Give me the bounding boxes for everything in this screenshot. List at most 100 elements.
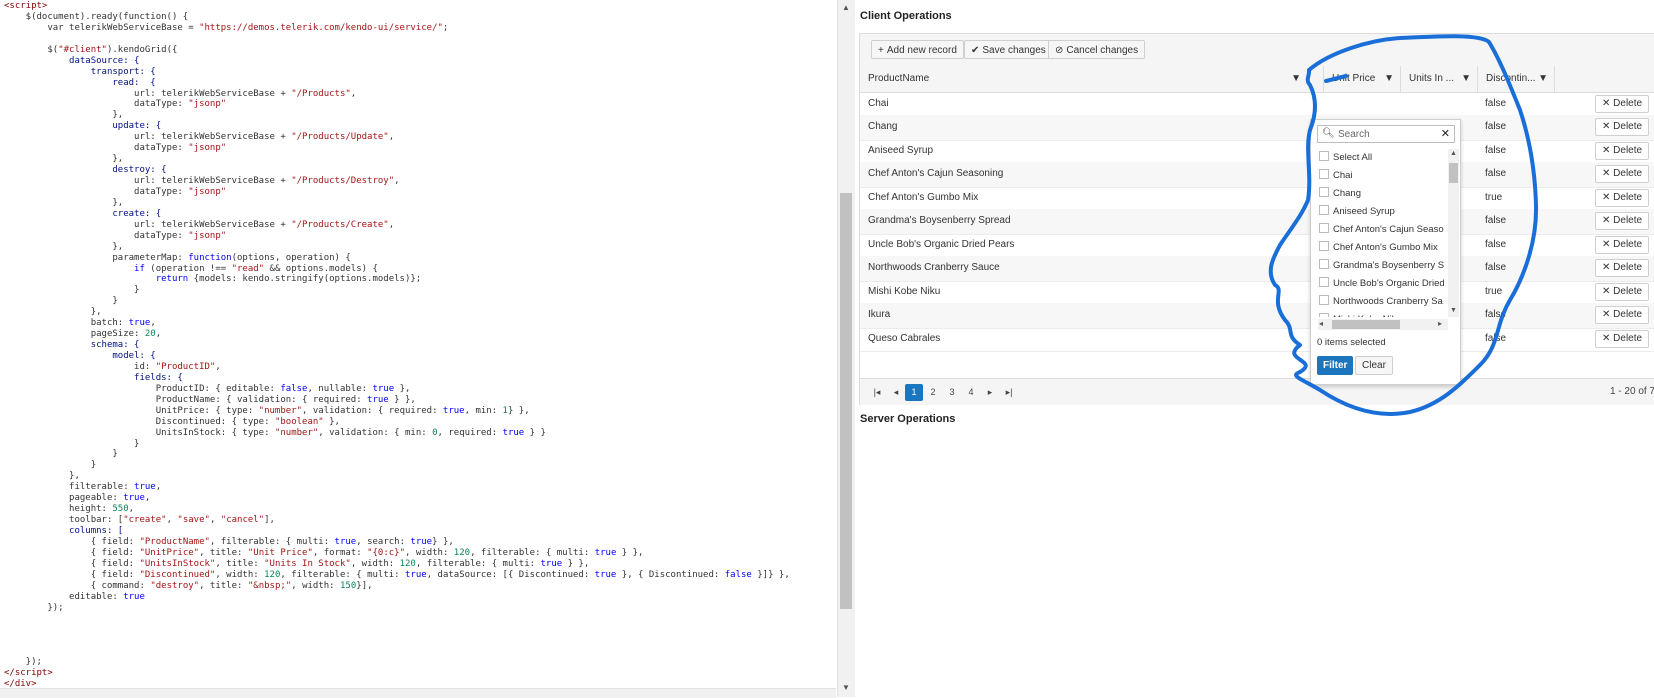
delete-button[interactable]: ✕ Delete	[1595, 259, 1650, 278]
column-header-unit-price[interactable]: Unit Price ▼	[1323, 66, 1400, 92]
product-name-cell[interactable]: Ikura	[860, 303, 1300, 327]
scroll-up-icon[interactable]: ▲	[1450, 150, 1457, 157]
checkbox[interactable]	[1319, 187, 1329, 197]
page-button[interactable]: 3	[943, 384, 961, 401]
checkbox[interactable]	[1319, 205, 1329, 215]
discontinued-cell[interactable]: false	[1477, 233, 1554, 257]
table-row[interactable]: Queso Cabrales false ✕ Delete	[860, 327, 1654, 352]
save-changes-button[interactable]: ✔ Save changes	[964, 40, 1053, 59]
filter-option[interactable]: Chai	[1318, 167, 1448, 185]
delete-button[interactable]: ✕ Delete	[1595, 282, 1650, 301]
product-name-cell[interactable]: Chef Anton's Gumbo Mix	[860, 186, 1300, 210]
discontinued-cell[interactable]: false	[1477, 115, 1554, 139]
filter-list-horizontal-scrollbar[interactable]: ◂ ▸	[1318, 319, 1448, 330]
product-name-cell[interactable]: Chai	[860, 92, 1300, 116]
next-page-icon[interactable]: ▸	[981, 384, 999, 401]
scroll-down-icon[interactable]: ▼	[842, 683, 850, 692]
filter-option[interactable]: Mishi Kobe Niku	[1318, 311, 1448, 317]
table-row[interactable]: Uncle Bob's Organic Dried Pears false ✕ De…	[860, 233, 1654, 259]
checkbox[interactable]	[1319, 151, 1329, 161]
filter-option[interactable]: Uncle Bob's Organic Dried	[1318, 275, 1448, 293]
add-new-record-button[interactable]: + Add new record	[871, 40, 964, 59]
delete-button[interactable]: ✕ Delete	[1595, 306, 1650, 325]
last-page-icon[interactable]: ▸|	[1000, 384, 1018, 401]
filter-option[interactable]: Grandma's Boysenberry S	[1318, 257, 1448, 275]
discontinued-cell[interactable]: false	[1477, 303, 1554, 327]
table-row[interactable]: Chef Anton's Gumbo Mix true ✕ Delete	[860, 186, 1654, 212]
product-name-cell[interactable]: Uncle Bob's Organic Dried Pears	[860, 233, 1300, 257]
product-name-cell[interactable]: Chef Anton's Cajun Seasoning	[860, 162, 1300, 186]
product-name-cell[interactable]: Chang	[860, 115, 1300, 139]
cancel-changes-button[interactable]: ⊘ Cancel changes	[1048, 40, 1146, 59]
discontinued-cell[interactable]: true	[1477, 280, 1554, 304]
previous-page-icon[interactable]: ◂	[887, 384, 905, 401]
table-row[interactable]: Mishi Kobe Niku true ✕ Delete	[860, 280, 1654, 306]
discontinued-cell[interactable]: false	[1477, 209, 1554, 233]
filter-list-vertical-scrollbar[interactable]: ▲ ▼	[1448, 149, 1459, 317]
delete-button[interactable]: ✕ Delete	[1595, 329, 1650, 348]
column-header-units-in-stock[interactable]: Units In ... ▼	[1400, 66, 1477, 92]
checkbox[interactable]	[1319, 259, 1329, 269]
filter-option[interactable]: Aniseed Syrup	[1318, 203, 1448, 221]
scroll-down-icon[interactable]: ▼	[1450, 307, 1457, 314]
filter-button[interactable]: Filter	[1317, 356, 1354, 375]
filter-icon[interactable]: ▼	[1538, 66, 1548, 92]
code-vertical-scrollbar[interactable]: ▲ ▼	[837, 0, 856, 697]
delete-button[interactable]: ✕ Delete	[1595, 118, 1650, 137]
scroll-left-icon[interactable]: ◂	[1319, 319, 1323, 328]
checkbox[interactable]	[1319, 223, 1329, 233]
checkbox[interactable]	[1319, 313, 1329, 317]
code-editor[interactable]: <script> $(document).ready(function() { …	[0, 0, 836, 697]
checkbox[interactable]	[1319, 241, 1329, 251]
filter-icon[interactable]: ▼	[1384, 66, 1394, 92]
scroll-thumb[interactable]	[1332, 320, 1400, 329]
discontinued-cell[interactable]: false	[1477, 162, 1554, 186]
filter-option[interactable]: Chang	[1318, 185, 1448, 203]
page-button[interactable]: 4	[962, 384, 980, 401]
delete-button[interactable]: ✕ Delete	[1595, 212, 1650, 231]
scroll-thumb[interactable]	[1449, 163, 1458, 183]
table-row[interactable]: Grandma's Boysenberry Spread false ✕ Delet…	[860, 209, 1654, 235]
discontinued-cell[interactable]: false	[1477, 92, 1554, 116]
delete-button[interactable]: ✕ Delete	[1595, 95, 1650, 113]
table-row[interactable]: Chang false ✕ Delete	[860, 115, 1654, 141]
table-row[interactable]: Northwoods Cranberry Sauce false ✕ Delete	[860, 256, 1654, 282]
delete-button[interactable]: ✕ Delete	[1595, 235, 1650, 254]
product-name-cell[interactable]: Grandma's Boysenberry Spread	[860, 209, 1300, 233]
filter-search-input[interactable]: 🔍︎ Search ✕	[1317, 125, 1455, 143]
filter-option[interactable]: Northwoods Cranberry Sa	[1318, 293, 1448, 311]
product-name-cell[interactable]: Northwoods Cranberry Sauce	[860, 256, 1300, 280]
column-header-productname[interactable]: ProductName ▼	[860, 66, 1313, 92]
filter-icon[interactable]: ▼	[1461, 66, 1471, 92]
delete-button[interactable]: ✕ Delete	[1595, 165, 1650, 184]
table-row[interactable]: Chef Anton's Cajun Seasoning false ✕ Delet…	[860, 162, 1654, 188]
discontinued-cell[interactable]: false	[1477, 327, 1554, 351]
first-page-icon[interactable]: |◂	[868, 384, 886, 401]
scroll-up-icon[interactable]: ▲	[842, 3, 850, 12]
discontinued-cell[interactable]: false	[1477, 139, 1554, 163]
product-name-cell[interactable]: Mishi Kobe Niku	[860, 280, 1300, 304]
checkbox[interactable]	[1319, 277, 1329, 287]
filter-option[interactable]: Select All	[1318, 149, 1448, 167]
clear-button[interactable]: Clear	[1355, 356, 1393, 375]
product-name-cell[interactable]: Aniseed Syrup	[860, 139, 1300, 163]
column-header-discontinued[interactable]: Discontin... ▼	[1477, 66, 1554, 92]
table-row[interactable]: Aniseed Syrup false ✕ Delete	[860, 139, 1654, 165]
filter-icon[interactable]: ▼	[1291, 66, 1301, 92]
filter-option[interactable]: Chef Anton's Cajun Seaso	[1318, 221, 1448, 239]
table-row[interactable]: Chai false ✕ Delete	[860, 92, 1654, 118]
delete-button[interactable]: ✕ Delete	[1595, 188, 1650, 207]
discontinued-cell[interactable]: true	[1477, 186, 1554, 210]
scroll-thumb[interactable]	[840, 193, 852, 609]
clear-search-icon[interactable]: ✕	[1441, 127, 1450, 140]
checkbox[interactable]	[1319, 295, 1329, 305]
filter-option[interactable]: Chef Anton's Gumbo Mix	[1318, 239, 1448, 257]
page-button[interactable]: 2	[924, 384, 942, 401]
scroll-right-icon[interactable]: ▸	[1438, 319, 1442, 328]
table-row[interactable]: Ikura false ✕ Delete	[860, 303, 1654, 329]
discontinued-cell[interactable]: false	[1477, 256, 1554, 280]
checkbox[interactable]	[1319, 169, 1329, 179]
product-name-cell[interactable]: Queso Cabrales	[860, 327, 1300, 351]
delete-button[interactable]: ✕ Delete	[1595, 141, 1650, 160]
page-button[interactable]: 1	[905, 384, 923, 401]
